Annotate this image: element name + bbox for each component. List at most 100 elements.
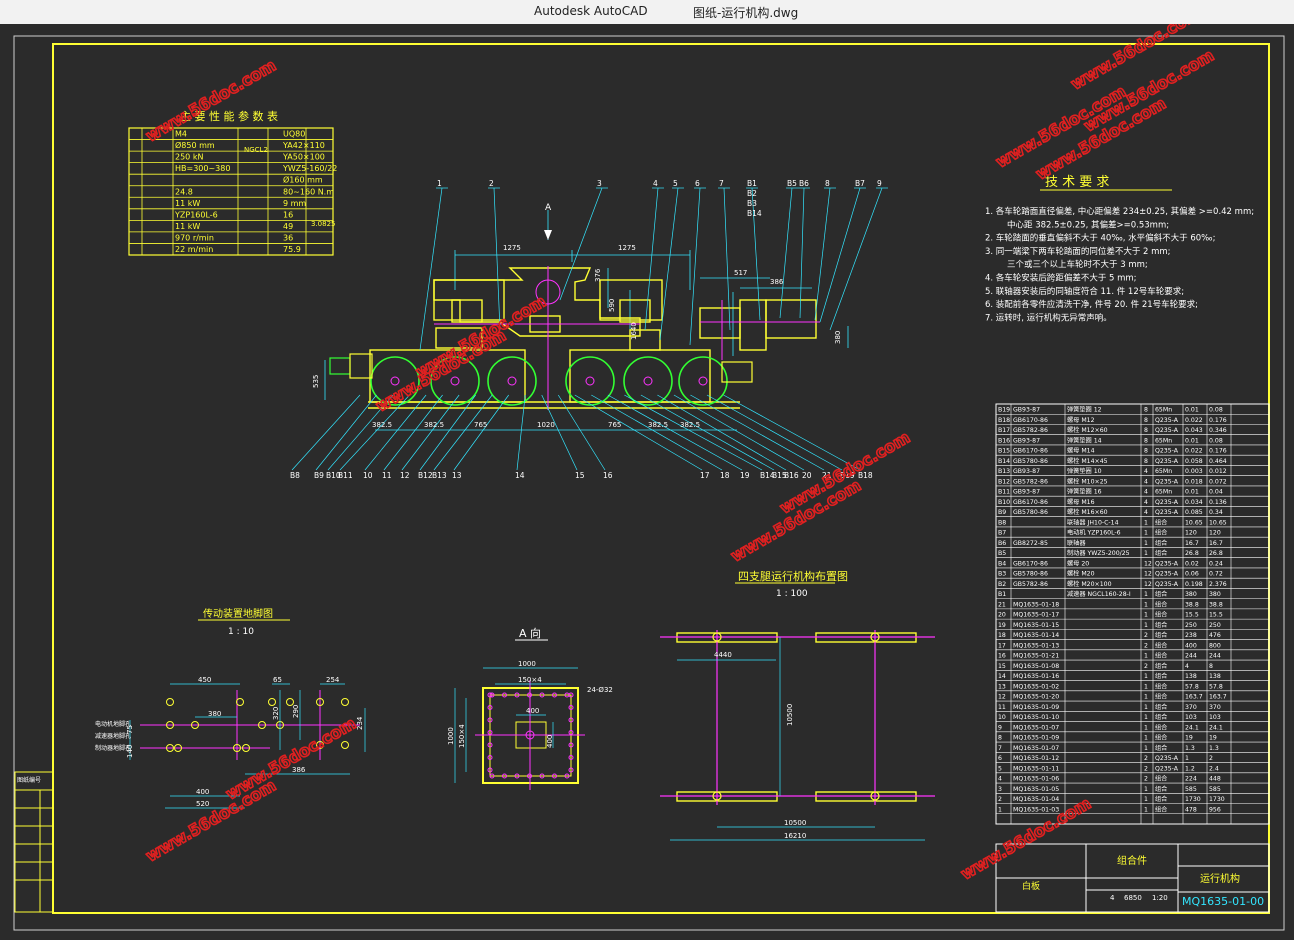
- bom-cell: Q235-A: [1155, 448, 1179, 455]
- wheel-hub: [585, 376, 595, 386]
- bom-cell: 8: [1144, 458, 1148, 465]
- bom-cell: 0.012: [1209, 468, 1227, 475]
- bom-cell: 15.5: [1185, 612, 1199, 619]
- bom-cell: 1: [1144, 591, 1148, 598]
- bom-cell: 0.176: [1209, 417, 1227, 424]
- bom-cell: MQ1635-01-10: [1013, 714, 1059, 721]
- bom-cell: GB8272-85: [1013, 540, 1048, 547]
- dimension-text: 590: [608, 299, 616, 312]
- bom-cell: 组合: [1155, 723, 1167, 731]
- bom-cell: B8: [998, 519, 1006, 526]
- bom-cell: 弹簧垫圈 10: [1067, 467, 1102, 475]
- part-label-top: B6: [799, 179, 809, 188]
- bom-cell: 9: [998, 724, 1002, 731]
- dimension-text: 450: [198, 676, 211, 684]
- bom-cell: B1: [998, 591, 1006, 598]
- dimension-text: 765: [608, 421, 621, 429]
- bom-cell: B7: [998, 530, 1006, 537]
- bom-cell: 26.8: [1185, 550, 1199, 557]
- dimension-text: 386: [770, 278, 784, 286]
- bom-cell: 联轴器: [1067, 539, 1086, 547]
- param-value: YZP160L-6: [174, 210, 218, 219]
- bom-cell: 1: [1144, 673, 1148, 680]
- bom-cell: 2: [1144, 663, 1148, 670]
- bom-cell: 11: [998, 704, 1006, 711]
- param-value: 250 kN: [175, 153, 203, 162]
- bom-cell: B11: [998, 489, 1010, 496]
- bom-cell: 1: [1144, 601, 1148, 608]
- part-label-bottom: 19: [740, 471, 750, 480]
- bom-cell: Q235-A: [1155, 571, 1179, 578]
- dimension-text: 520: [196, 800, 209, 808]
- dimension-text: 1275: [503, 244, 521, 252]
- bom-cell: 65Mn: [1155, 489, 1172, 496]
- wheel-hub: [643, 376, 653, 386]
- bom-cell: 0.176: [1209, 448, 1227, 455]
- plan-note: 电动机地脚孔: [95, 720, 131, 728]
- wheel: [678, 356, 728, 406]
- bom-cell: 1: [1144, 714, 1148, 721]
- part-label-bottom: B13: [432, 471, 447, 480]
- bom-cell: Q235-A: [1155, 509, 1179, 516]
- bom-cell: 1: [1144, 796, 1148, 803]
- bom-cell: 0.022: [1185, 448, 1203, 455]
- part-label-top: B5: [787, 179, 797, 188]
- bom-cell: 1: [1144, 786, 1148, 793]
- part-label-bottom: 10: [363, 471, 373, 480]
- bom-cell: 1: [998, 806, 1002, 813]
- part-label-bottom: B12: [418, 471, 433, 480]
- bom-cell: 0.08: [1209, 407, 1223, 414]
- bom-table[interactable]: B19 GB93-87 弹簧垫圈 12 8 65Mn 0.01 0.08B18 GB6170-…: [995, 403, 1270, 825]
- dimension-text: 382.5: [424, 421, 444, 429]
- cad-drawing[interactable]: 图纸编号 主 要 性 能 参 数 表 M4 UQ80Ø850 mm YA42×110…: [0, 3, 1294, 936]
- bom-cell: 组合: [1155, 549, 1167, 557]
- bom-cell: 4: [1185, 663, 1189, 670]
- dimension-text: 380: [208, 710, 221, 718]
- watermark-text: www.56doc.com: [143, 56, 280, 146]
- bom-cell: 244: [1185, 653, 1197, 660]
- drawing-canvas[interactable]: 图纸编号 主 要 性 能 参 数 表 M4 UQ80 Ø850 mm YA42×110…: [0, 3, 1294, 936]
- bom-cell: MQ1635-01-13: [1013, 642, 1059, 649]
- bom-cell: 8: [1144, 448, 1148, 455]
- param-value: Ø160 mm: [283, 175, 323, 185]
- foundation-plan-view[interactable]: 传动装置地脚图 1 : 10 450 65 25438075140320 290234…: [95, 607, 366, 809]
- tech-requirement-line: 5. 联轴器安装后的同轴度符合 11. 件 12号车轮要求;: [985, 286, 1184, 297]
- bom-cell: 电动机 YZP160L-6: [1067, 529, 1121, 537]
- dimension-text: 24-Ø32: [587, 686, 613, 694]
- param-value: 49: [283, 222, 293, 231]
- bom-cell: 1730: [1209, 796, 1225, 803]
- tech-requirement-line: 3. 同一端梁下两车轮踏面的同位差不大于 2 mm;: [985, 246, 1171, 257]
- part-label-bottom: 17: [700, 471, 710, 480]
- bom-cell: 0.022: [1185, 417, 1203, 424]
- bom-cell: 制动器 YWZ5-200/25: [1067, 549, 1130, 557]
- dimension-text: 320: [272, 707, 280, 720]
- param-value: 36: [283, 233, 293, 242]
- bom-cell: 组合: [1155, 590, 1167, 598]
- bom-cell: 8: [1144, 437, 1148, 444]
- bom-cell: 10.65: [1185, 519, 1203, 526]
- bom-cell: MQ1635-01-17: [1013, 612, 1059, 619]
- bom-cell: 13: [998, 683, 1006, 690]
- bom-cell: Q235-A: [1155, 427, 1179, 434]
- bom-cell: 螺栓 M20×100: [1067, 580, 1112, 588]
- bom-cell: 38.8: [1185, 601, 1199, 608]
- part-label-bottom: 18: [720, 471, 730, 480]
- param-value: 75.9: [283, 245, 301, 254]
- part-label-bottom: 14: [515, 471, 525, 480]
- bom-cell: 19: [1185, 735, 1193, 742]
- bom-cell: 0.01: [1185, 489, 1199, 496]
- param-value: 22 m/min: [175, 245, 213, 254]
- buffer-box-left: [349, 353, 373, 379]
- a-view[interactable]: A 向 1000150×44001000 150×4 40024-Ø32: [447, 626, 613, 790]
- bom-cell: 800: [1209, 642, 1221, 649]
- bom-cell: 12: [998, 694, 1006, 701]
- bom-cell: 12: [1144, 571, 1152, 578]
- bom-cell: 1: [1144, 694, 1148, 701]
- bom-cell: 103: [1209, 714, 1221, 721]
- bom-cell: 24.1: [1185, 724, 1199, 731]
- plan-note: 制动器地脚孔: [95, 744, 131, 752]
- bom-cell: 1.2: [1185, 765, 1195, 772]
- dimension-text: 1000: [447, 727, 455, 745]
- main-elevation-view[interactable]: A 1 2 3 4 5 6 7 B1B2B3B14B5 B6 8 B7 9 B8…: [290, 179, 888, 480]
- layout-plan-view[interactable]: 四支腿运行机构布置图 1 : 100 4440 10500 10500 16210: [660, 569, 935, 841]
